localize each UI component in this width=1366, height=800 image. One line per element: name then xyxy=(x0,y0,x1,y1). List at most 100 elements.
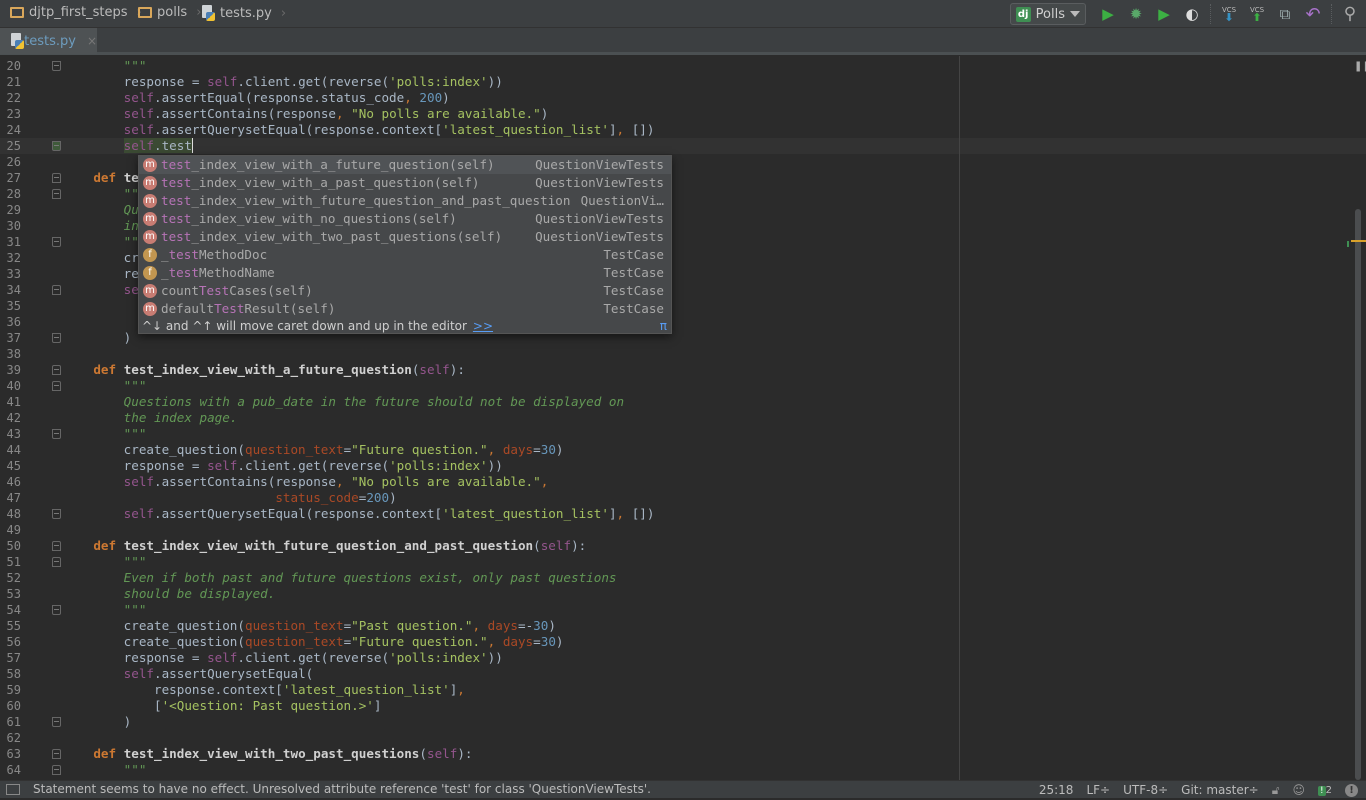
line-number: 51 xyxy=(6,555,21,569)
close-icon[interactable]: × xyxy=(87,34,97,48)
code-token: .assertQuerysetEqual( xyxy=(154,666,314,681)
run-button[interactable]: ▶ xyxy=(1098,4,1118,24)
coverage-button[interactable]: ▶ xyxy=(1154,4,1174,24)
pause-icon[interactable]: ❚❚ xyxy=(1354,61,1366,72)
completion-args: (self) xyxy=(449,157,495,172)
lock-icon[interactable]: 🔓︎ xyxy=(1272,782,1280,799)
fold-marker-icon[interactable] xyxy=(52,541,61,551)
code-token: se xyxy=(123,282,139,297)
code-line: def test_index_view_with_two_past_questi… xyxy=(63,746,472,762)
fold-marker-icon[interactable] xyxy=(52,61,61,71)
breadcrumb-file[interactable]: tests.py › xyxy=(201,5,286,21)
code-token: 'polls:index' xyxy=(389,650,488,665)
completion-item[interactable]: m default Test Result (self) TestCase xyxy=(139,300,671,318)
fold-marker-icon[interactable] xyxy=(52,141,61,151)
vcs-history-button[interactable]: ⧉ xyxy=(1275,4,1295,24)
code-token: , xyxy=(540,474,549,489)
debug-button[interactable]: ✹ xyxy=(1126,4,1146,24)
line-number: 53 xyxy=(6,587,21,601)
completion-item[interactable]: m test _index_view_with_two_past_questions… xyxy=(139,228,671,246)
code-token: 30 xyxy=(540,442,556,457)
fold-marker-icon[interactable] xyxy=(52,285,61,295)
code-token: ) xyxy=(555,442,564,457)
fold-marker-icon[interactable] xyxy=(52,509,61,519)
completion-item[interactable]: m test _index_view_with_future_question_an… xyxy=(139,192,671,210)
completion-item[interactable]: m test _index_view_with_a_past_question (se… xyxy=(139,174,671,192)
status-message: Statement seems to have no effect. Unres… xyxy=(33,782,651,796)
hector-icon[interactable]: ☺ xyxy=(1293,782,1306,799)
breadcrumb-polls[interactable]: polls › xyxy=(138,5,201,20)
code-token: ] xyxy=(608,506,617,521)
code-line: create_question(question_text = "Future qu… xyxy=(63,634,564,650)
line-number: 58 xyxy=(6,667,21,681)
encoding-select[interactable]: UTF-8÷ xyxy=(1123,782,1168,799)
fold-marker-icon[interactable] xyxy=(52,365,61,375)
hint-more-link[interactable]: >> xyxy=(473,319,493,333)
completion-item[interactable]: m count Test Cases (self) TestCase xyxy=(139,282,671,300)
code-token: status_code xyxy=(275,490,359,505)
line-number: 50 xyxy=(6,539,21,553)
line-number: 30 xyxy=(6,219,21,233)
event-log-button[interactable]: ! 2 xyxy=(1318,781,1332,800)
fold-marker-icon[interactable] xyxy=(52,557,61,567)
vcs-commit-button[interactable]: VCS ⬆ xyxy=(1247,6,1267,23)
fold-marker-icon[interactable] xyxy=(52,429,61,439)
fold-marker-icon[interactable] xyxy=(52,173,61,183)
fold-marker-icon[interactable] xyxy=(52,333,61,343)
code-token: '<Question: Past question.>' xyxy=(161,698,374,713)
fold-marker-icon[interactable] xyxy=(52,237,61,247)
code-token: ) xyxy=(442,90,450,105)
profile-button[interactable]: ◐ xyxy=(1182,4,1202,24)
line-separator-select[interactable]: LF÷ xyxy=(1086,782,1110,799)
code-token: days xyxy=(487,618,518,633)
search-everywhere-button[interactable]: ⚲ xyxy=(1340,4,1360,24)
fold-marker-icon[interactable] xyxy=(52,381,61,391)
fold-marker-icon[interactable] xyxy=(52,717,61,727)
line-number: 42 xyxy=(6,411,21,425)
breadcrumb-project[interactable]: djtp_first_steps › xyxy=(10,5,142,20)
code-token: , xyxy=(487,442,503,457)
completion-match: Test xyxy=(214,301,245,316)
completion-match: test xyxy=(161,211,192,226)
tool-windows-icon[interactable] xyxy=(6,784,20,795)
completion-item[interactable]: f _ test MethodDoc TestCase xyxy=(139,246,671,264)
run-configuration-select[interactable]: dj Polls xyxy=(1009,3,1086,25)
code-token: response = xyxy=(63,650,208,665)
fold-marker-icon[interactable] xyxy=(52,765,61,775)
fold-marker-icon[interactable] xyxy=(52,605,61,615)
code-token: .assertContains(response xyxy=(154,106,336,121)
code-token: self xyxy=(123,506,155,521)
fold-marker-icon[interactable] xyxy=(52,749,61,759)
completion-pre: default xyxy=(161,301,215,316)
vcs-update-button[interactable]: VCS ⬇ xyxy=(1219,6,1239,23)
tab-tests-py[interactable]: tests.py × xyxy=(0,28,97,54)
line-number: 45 xyxy=(6,459,21,473)
fold-marker-icon[interactable] xyxy=(52,189,61,199)
code-token: """ xyxy=(123,602,147,617)
git-branch-select[interactable]: Git: master÷ xyxy=(1181,782,1259,799)
completion-item[interactable]: m test _index_view_with_no_questions (self)… xyxy=(139,210,671,228)
vertical-scrollbar[interactable] xyxy=(1355,209,1361,780)
completion-item[interactable]: m test _index_view_with_a_future_question(… xyxy=(139,156,671,174)
completion-args: (self) xyxy=(433,175,480,190)
code-token: .client.get(reverse( xyxy=(237,650,390,665)
pi-icon[interactable]: π xyxy=(660,318,667,334)
breadcrumb-label: polls xyxy=(157,5,188,20)
warning-stripe-marker[interactable] xyxy=(1351,240,1366,242)
code-token: .client.get(reverse( xyxy=(237,458,390,473)
code-token: """ xyxy=(123,58,147,73)
warning-icon[interactable]: ! xyxy=(1345,784,1358,797)
code-token: Questions with a pub_date in the future … xyxy=(123,394,625,409)
line-number: 63 xyxy=(6,747,21,761)
line-number: 54 xyxy=(6,603,21,617)
field-icon: f xyxy=(143,266,157,280)
revert-button[interactable]: ↶ xyxy=(1303,4,1323,25)
run-icon: ▶ xyxy=(1102,5,1114,23)
caret-position[interactable]: 25:18 xyxy=(1039,782,1074,799)
completion-item[interactable]: f _ test MethodName TestCase xyxy=(139,264,671,282)
